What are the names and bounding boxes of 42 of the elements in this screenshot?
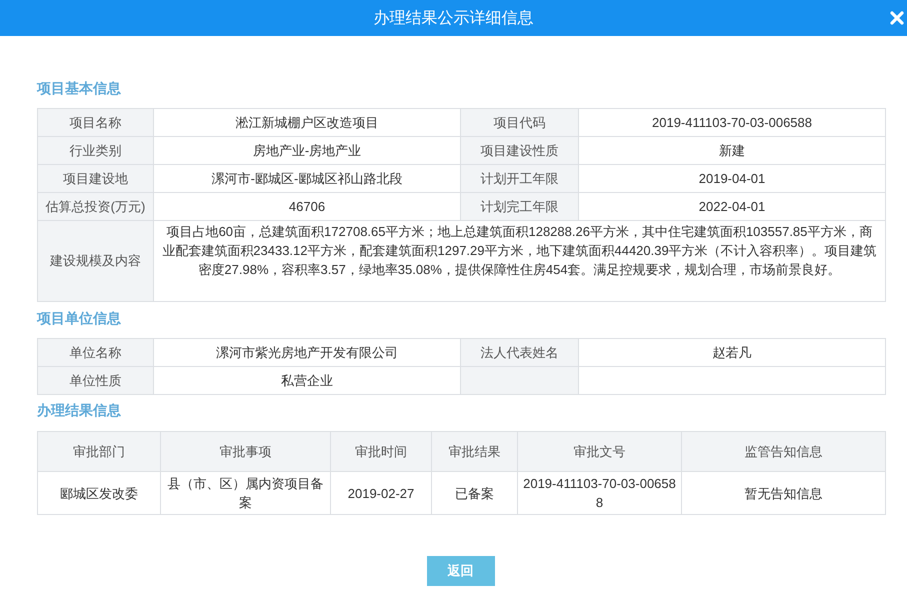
table-cell: 县（市、区）属内资项目备案 [161,472,331,515]
field-value: 46706 [154,193,461,221]
field-value: 2019-411103-70-03-006588 [579,109,886,137]
column-header: 审批文号 [518,432,682,472]
field-value: 房地产业-房地产业 [154,137,461,165]
section-title: 办理结果信息 [37,401,122,420]
field-label: 计划完工年限 [461,193,579,221]
field-value: 漯河市紫光房地产开发有限公司 [154,339,461,367]
field-value: 私营企业 [154,367,461,395]
table-cell: 郾城区发改委 [38,472,161,515]
field-label: 项目名称 [38,109,154,137]
field-label: 计划开工年限 [461,165,579,193]
field-value: 淞江新城棚户区改造项目 [154,109,461,137]
close-icon[interactable] [890,11,904,25]
field-label: 法人代表姓名 [461,339,579,367]
field-label: 项目代码 [461,109,579,137]
field-value: 漯河市-郾城区-郾城区祁山路北段 [154,165,461,193]
column-header: 审批时间 [331,432,432,472]
field-value: 2019-04-01 [579,165,886,193]
section-title: 项目基本信息 [37,79,122,98]
column-header: 监管告知信息 [682,432,886,472]
field-label: 建设规模及内容 [38,221,154,302]
table-cell: 2019-411103-70-03-006588 [518,472,682,515]
section-title: 项目单位信息 [37,309,122,328]
field-label: 项目建设地 [38,165,154,193]
column-header: 审批事项 [161,432,331,472]
table-cell: 2019-02-27 [331,472,432,515]
field-value: 赵若凡 [579,339,886,367]
field-value: 项目占地60亩，总建筑面积172708.65平方米；地上总建筑面积128288.26平方米，其中住宅建筑面积103557.85平方米，商业配套建筑面积23433.12平方米，配套建筑面积1297.29平方米，地下建筑面积44420.39平方米（不计入容积率）。项目建筑密度27.98%，容积率3.57，绿地率35.08%，提供保障性住房454套。满足控规要求，规划合理，市场前景良好。 [154,221,886,302]
field-value: 新建 [579,137,886,165]
field-label: 估算总投资(万元) [38,193,154,221]
back-button[interactable]: 返回 [426,556,494,586]
field-label: 单位名称 [38,339,154,367]
field-label: 行业类别 [38,137,154,165]
field-value: 2022-04-01 [579,193,886,221]
field-label: 单位性质 [38,367,154,395]
field-label: 项目建设性质 [461,137,579,165]
dialog-title: 办理结果公示详细信息 [374,8,534,28]
table-cell: 已备案 [432,472,518,515]
column-header: 审批结果 [432,432,518,472]
column-header: 审批部门 [38,432,161,472]
table-cell: 暂无告知信息 [682,472,886,515]
